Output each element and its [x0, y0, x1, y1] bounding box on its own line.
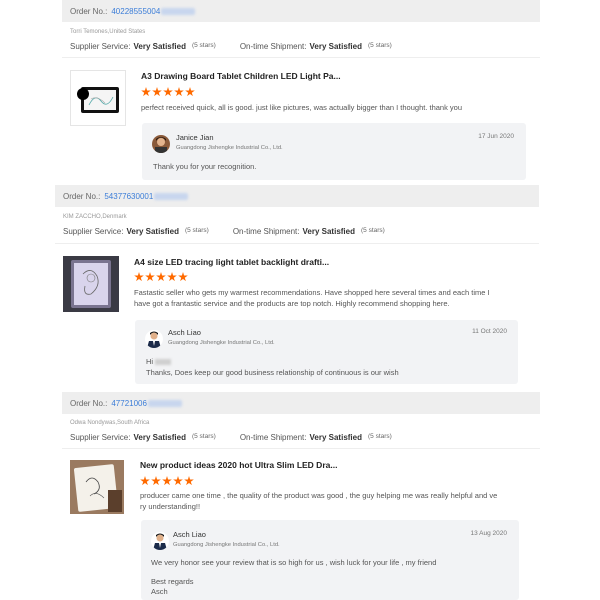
review-line: producer came one time , the quality of …	[140, 491, 498, 500]
supplier-service-value: Very Satisfied	[126, 227, 179, 236]
ontime-shipment-label: On-time Shipment:	[232, 227, 300, 236]
product-title-link[interactable]: A4 size LED tracing light tablet backlig…	[134, 257, 329, 267]
ontime-shipment-stars: (5 stars)	[368, 433, 392, 440]
review-line: have got a frantastic service and the pr…	[134, 299, 450, 308]
star-icon	[178, 272, 188, 282]
star-rating	[141, 87, 195, 97]
supplier-service-label: Supplier Service:	[70, 42, 131, 51]
supplier-service-label: Supplier Service:	[70, 433, 131, 442]
ontime-shipment-value: Very Satisfied	[302, 227, 355, 236]
star-icon	[151, 476, 161, 486]
star-icon	[156, 272, 166, 282]
product-title-link[interactable]: New product ideas 2020 hot Ultra Slim LE…	[140, 460, 337, 470]
avatar	[152, 135, 170, 153]
reply-greeting: Hi	[146, 356, 172, 367]
supplier-reply: Janice Jian Guangdong Jishengke Industri…	[142, 123, 526, 180]
buyer-info: Odwa Nondywas,South Africa	[70, 420, 150, 426]
order-header-1: Order No.: 40228555004	[62, 0, 540, 22]
star-rating	[134, 272, 188, 282]
redacted-text	[154, 192, 189, 200]
reply-date: 17 Jun 2020	[478, 133, 514, 140]
reply-company: Guangdong Jishengke Industrial Co., Ltd.	[176, 145, 283, 151]
divider	[62, 57, 540, 58]
order-number-link[interactable]: 47721006	[111, 399, 147, 408]
rating-summary: Supplier Service: Very Satisfied (5 star…	[70, 433, 392, 442]
product-title-link[interactable]: A3 Drawing Board Tablet Children LED Lig…	[141, 71, 341, 81]
order-number-link[interactable]: 40228555004	[111, 7, 160, 16]
supplier-service-stars: (5 stars)	[184, 227, 209, 234]
star-icon	[162, 476, 172, 486]
ontime-shipment-label: On-time Shipment:	[239, 42, 307, 51]
redacted-text	[147, 399, 182, 407]
order-header-3: Order No.: 47721006	[62, 392, 540, 414]
ontime-shipment-value: Very Satisfied	[309, 433, 362, 442]
supplier-service-value: Very Satisfied	[133, 433, 186, 442]
star-icon	[184, 476, 194, 486]
reply-date: 13 Aug 2020	[470, 530, 507, 537]
supplier-reply: Asch Liao Guangdong Jishengke Industrial…	[135, 320, 518, 384]
buyer-info: KIM ZACCHO,Denmark	[63, 214, 127, 220]
supplier-service-value: Very Satisfied	[133, 42, 186, 51]
review-line: ry understanding!!	[140, 502, 201, 511]
order-header-2: Order No.: 54377630001	[55, 185, 539, 207]
drawing-tablet-image	[71, 71, 125, 125]
reply-text: Thank you for your recognition.	[153, 162, 257, 171]
review-text: Fastastic seller who gets my warmest rec…	[134, 287, 534, 309]
rating-summary: Supplier Service: Very Satisfied (5 star…	[63, 227, 385, 236]
avatar	[151, 532, 169, 550]
ontime-shipment-stars: (5 stars)	[368, 42, 392, 49]
tracing-tablet-image	[63, 256, 119, 312]
product-thumbnail[interactable]	[63, 256, 119, 312]
product-thumbnail[interactable]	[70, 70, 126, 126]
rating-summary: Supplier Service: Very Satisfied (5 star…	[70, 42, 392, 51]
avatar	[145, 330, 163, 348]
redacted-text	[161, 7, 196, 15]
reply-author: Asch Liao	[173, 530, 206, 539]
review-line: Fastastic seller who gets my warmest rec…	[134, 288, 490, 297]
ontime-shipment-value: Very Satisfied	[309, 42, 362, 51]
review-text: producer came one time , the quality of …	[140, 490, 540, 512]
divider	[55, 243, 539, 244]
star-icon	[140, 476, 150, 486]
redacted-text	[155, 359, 172, 366]
reply-author: Asch Liao	[168, 328, 201, 337]
buyer-info: Torri Temones,United States	[70, 29, 146, 35]
reply-date: 11 Oct 2020	[472, 328, 507, 335]
star-icon	[145, 272, 155, 282]
star-icon	[141, 87, 151, 97]
star-icon	[167, 272, 177, 282]
star-icon	[134, 272, 144, 282]
reply-text: We very honor see your review that is so…	[151, 558, 437, 567]
product-thumbnail[interactable]	[70, 460, 124, 514]
divider	[62, 448, 540, 449]
reply-author: Janice Jian	[176, 133, 214, 142]
star-icon	[173, 476, 183, 486]
order-number-label: Order No.:	[70, 398, 108, 408]
reply-company: Guangdong Jishengke Industrial Co., Ltd.	[173, 542, 280, 548]
supplier-service-label: Supplier Service:	[63, 227, 124, 236]
supplier-service-stars: (5 stars)	[191, 433, 216, 440]
reply-text: Thanks, Does keep our good business rela…	[146, 368, 399, 377]
greeting-text: Hi	[146, 357, 154, 366]
order-number-label: Order No.:	[70, 6, 108, 16]
star-icon	[185, 87, 195, 97]
order-number-label: Order No.:	[63, 191, 101, 201]
star-rating	[140, 476, 194, 486]
slim-led-board-image	[70, 460, 124, 514]
star-icon	[163, 87, 173, 97]
ontime-shipment-label: On-time Shipment:	[239, 433, 307, 442]
star-icon	[152, 87, 162, 97]
order-number-link[interactable]: 54377630001	[104, 192, 153, 201]
ontime-shipment-stars: (5 stars)	[361, 227, 385, 234]
supplier-service-stars: (5 stars)	[191, 42, 216, 49]
reply-signature: Asch	[151, 587, 168, 596]
supplier-reply: Asch Liao Guangdong Jishengke Industrial…	[141, 520, 519, 600]
review-text: perfect received quick, all is good. jus…	[141, 103, 463, 112]
reply-company: Guangdong Jishengke Industrial Co., Ltd.	[168, 340, 275, 346]
star-icon	[174, 87, 184, 97]
